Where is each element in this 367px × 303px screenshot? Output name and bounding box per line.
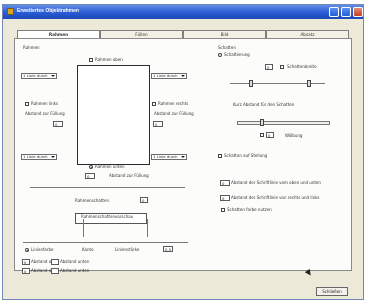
left-distance-label: Abstand zur Füllung — [25, 111, 65, 116]
bottom-right-dropdown[interactable]: 1 Linie durch — [151, 154, 187, 160]
title-bar: Erweitertes Objektrahmen — [3, 5, 363, 19]
shadow-label: Rahmenschatten — [75, 198, 109, 203]
bottom-line-label: Rahmen unten — [95, 164, 125, 169]
bottom-line-radio[interactable] — [89, 165, 93, 169]
space-bottom-unit: Abstand unten — [60, 268, 90, 273]
space-bottom-field[interactable]: 0 — [22, 268, 30, 274]
left-line-checkbox[interactable] — [25, 102, 29, 106]
line-section-divider — [23, 242, 188, 243]
shadow-value-field[interactable]: 0 — [140, 197, 148, 203]
distance-field[interactable]: 0 — [266, 132, 274, 138]
chevron-down-icon — [51, 156, 55, 158]
distance-unit-label: Wölbung — [285, 133, 303, 138]
shadow-offset-field[interactable]: 0 — [265, 64, 273, 70]
space-top-field[interactable]: 0 — [22, 259, 30, 265]
field-2-label: Abstand der Schriftlinie von rechts und … — [231, 195, 320, 200]
line-strength-label: Linienstärke — [115, 247, 140, 252]
app-icon — [7, 8, 14, 15]
right-distance-field[interactable]: 0 — [153, 121, 163, 127]
close-button[interactable] — [353, 7, 363, 17]
top-line-label: Rahmen oben — [95, 57, 123, 62]
field-1-label: Abstand der Schriftlinie vom oben und un… — [231, 180, 321, 185]
curve-checkbox[interactable] — [218, 154, 222, 158]
field-2[interactable]: 0 — [220, 195, 230, 201]
chevron-down-icon — [181, 75, 185, 77]
upper-slider-thumb-left[interactable] — [249, 80, 253, 87]
bottom-distance-field[interactable]: 0 — [85, 173, 95, 179]
section-divider — [30, 187, 185, 188]
space-top-unit-field[interactable] — [51, 259, 59, 265]
left-distance-field[interactable]: 0 — [53, 121, 63, 127]
left-line-dropdown[interactable]: 1 Linie durch — [21, 73, 57, 79]
chevron-down-icon — [181, 156, 185, 158]
field-3-checkbox[interactable] — [221, 208, 225, 212]
space-top-unit: Abstand unten — [60, 259, 90, 264]
shadow-radio[interactable] — [218, 53, 222, 57]
tab-panel: Rahmen Rahmen oben 0 Abstand zur Füllung… — [14, 38, 352, 274]
field-1[interactable]: 0 — [220, 180, 230, 186]
minimize-button[interactable] — [329, 7, 339, 17]
right-line-label: Rahmen rechts — [158, 101, 189, 106]
line-color-radio[interactable] — [25, 248, 29, 252]
shadow-preview-label: Rahmenschattenvorschau — [81, 214, 134, 219]
window-title: Erweitertes Objektrahmen — [17, 8, 79, 14]
field-3-label: Schatten farbe nutzen — [227, 207, 272, 212]
line-strength-field[interactable]: 0,5 — [163, 246, 173, 252]
right-line-dropdown[interactable]: 1 Linie durch — [151, 73, 187, 79]
shadow-section-header: Schatten — [218, 45, 236, 50]
bottom-left-dropdown[interactable]: 1 Linie durch — [21, 154, 57, 160]
right-distance-label: Abstand zur Füllung — [154, 111, 194, 116]
space-bottom-unit-field[interactable] — [51, 268, 59, 274]
distance-slider-thumb[interactable] — [260, 119, 264, 126]
section-rahmen-label: Rahmen — [23, 45, 40, 50]
preview-right-edge — [147, 219, 148, 237]
line-color-value: Kante — [82, 247, 94, 252]
curve-label: Schatten auf Stellung — [224, 153, 268, 158]
frame-preview — [77, 65, 150, 165]
preview-left-edge — [83, 219, 84, 237]
close-dialog-button[interactable]: Schließen — [316, 287, 348, 296]
distance-checkbox[interactable] — [260, 133, 264, 137]
left-line-label: Rahmen links — [31, 101, 58, 106]
slider-label: Kurz Abstand für den Schatten — [233, 102, 295, 107]
bottom-distance-label: Abstand zur Füllung — [109, 173, 149, 178]
upper-slider-thumb-right[interactable] — [307, 80, 311, 87]
distance-slider-track[interactable] — [237, 121, 330, 125]
top-line-checkbox[interactable] — [89, 58, 93, 62]
shadow-width-checkbox[interactable] — [280, 65, 284, 69]
chevron-down-icon — [51, 75, 55, 77]
line-color-label: Linienfarbe — [31, 247, 54, 252]
maximize-button[interactable] — [341, 7, 351, 17]
shadow-width-label: Schattenbreite — [287, 64, 317, 69]
right-line-checkbox[interactable] — [152, 102, 156, 106]
shadow-radio-label: Schattierung — [224, 52, 250, 57]
